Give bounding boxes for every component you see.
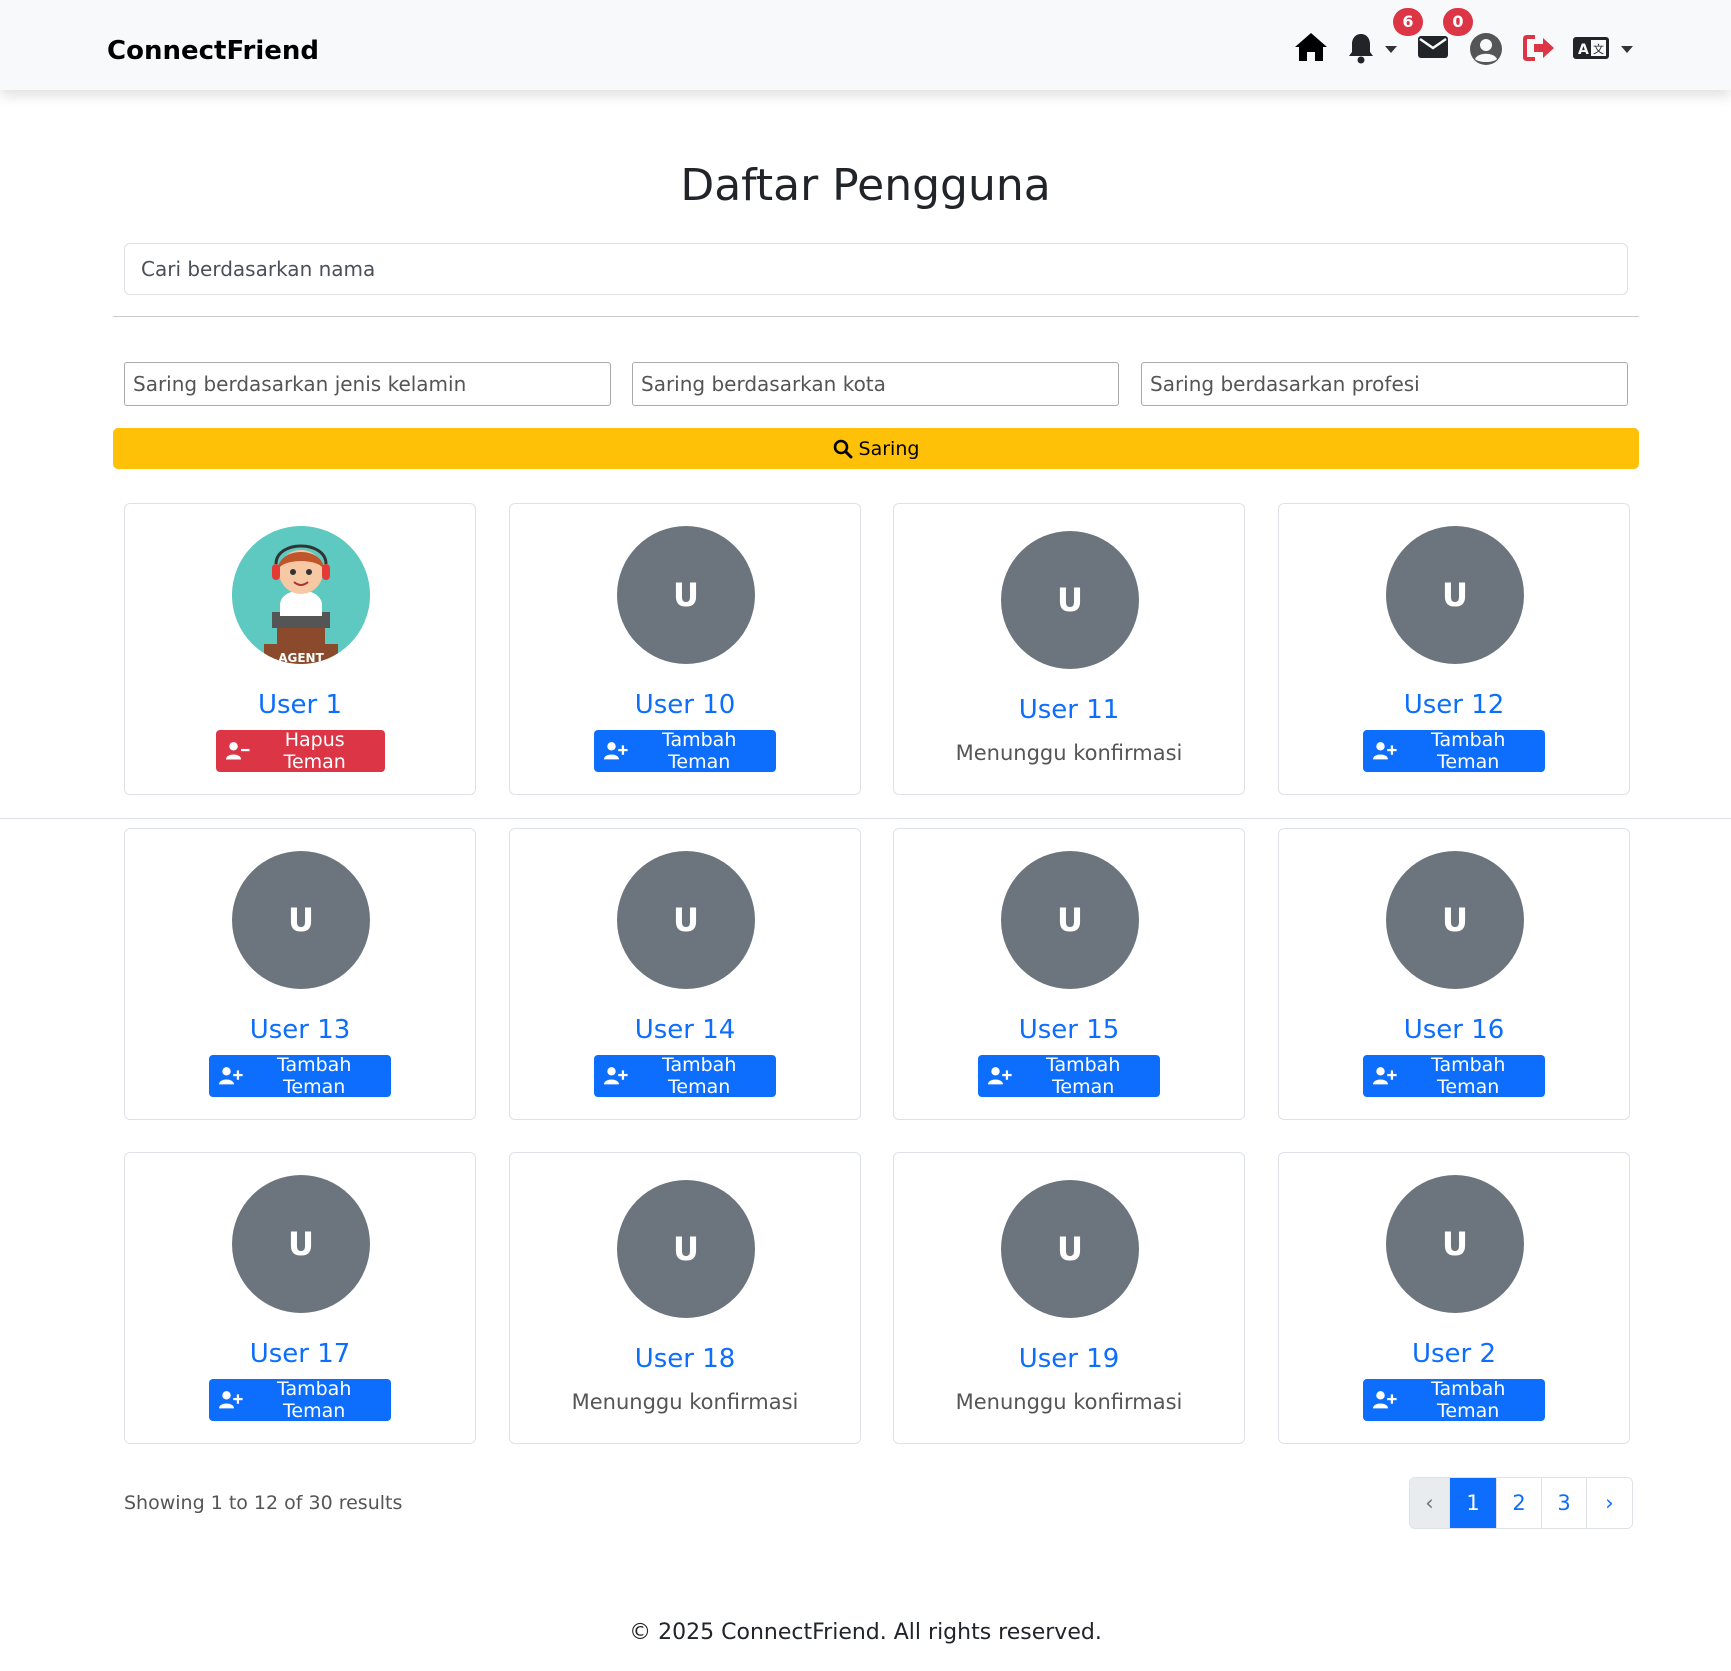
notification-badge: 6 — [1393, 8, 1423, 36]
language-icon[interactable]: A 文 — [1573, 37, 1609, 59]
friend-button-label: Tambah Teman — [1046, 1054, 1121, 1098]
user-name-link[interactable]: User 14 — [510, 1015, 860, 1045]
friend-button-label: Tambah Teman — [277, 1054, 352, 1098]
svg-text:A: A — [1578, 42, 1589, 58]
bell-icon[interactable] — [1348, 32, 1374, 64]
pagination-page-1[interactable]: 1 — [1450, 1478, 1497, 1528]
pagination-page-2[interactable]: 2 — [1497, 1478, 1542, 1528]
avatar: U — [232, 1175, 370, 1313]
navbar: ConnectFriend 6 0 A 文 — [0, 0, 1731, 90]
user-card: AGENT User 1 Hapus Teman — [124, 503, 476, 795]
user-plus-icon — [219, 1067, 243, 1085]
add-friend-button[interactable]: Tambah Teman — [1363, 1378, 1545, 1422]
user-name-link[interactable]: User 2 — [1279, 1339, 1629, 1369]
envelope-icon[interactable] — [1418, 36, 1448, 58]
user-name-link[interactable]: User 11 — [894, 695, 1244, 725]
avatar: AGENT — [232, 526, 370, 664]
friend-button-label: Tambah Teman — [662, 729, 737, 773]
add-friend-button[interactable]: Tambah Teman — [594, 1054, 776, 1098]
remove-friend-button[interactable]: Hapus Teman — [216, 729, 385, 773]
agent-avatar-image: AGENT — [232, 526, 370, 664]
user-name-link[interactable]: User 18 — [510, 1344, 860, 1374]
avatar: U — [1001, 531, 1139, 669]
search-input[interactable] — [124, 243, 1628, 295]
user-plus-icon — [988, 1067, 1012, 1085]
user-plus-icon — [604, 1067, 628, 1085]
pagination: ‹ 1 2 3 › — [1409, 1477, 1633, 1529]
agent-avatar-label: AGENT — [278, 651, 324, 664]
add-friend-button[interactable]: Tambah Teman — [1363, 729, 1545, 773]
user-plus-icon — [219, 1391, 243, 1409]
pagination-page-3[interactable]: 3 — [1542, 1478, 1587, 1528]
pending-status: Menunggu konfirmasi — [955, 1390, 1183, 1414]
user-name-link[interactable]: User 12 — [1279, 690, 1629, 720]
footer: © 2025 ConnectFriend. All rights reserve… — [629, 1620, 1102, 1645]
avatar: U — [617, 1180, 755, 1318]
user-name-link[interactable]: User 13 — [125, 1015, 475, 1045]
divider — [113, 316, 1639, 317]
filter-button[interactable]: Saring — [113, 428, 1639, 469]
pagination-next[interactable]: › — [1587, 1478, 1632, 1528]
user-plus-icon — [1373, 742, 1397, 760]
user-card: U User 2 Tambah Teman — [1278, 1152, 1630, 1444]
friend-button-label: Tambah Teman — [662, 1054, 737, 1098]
friend-button-label: Tambah Teman — [1431, 729, 1506, 773]
home-icon[interactable] — [1294, 32, 1328, 62]
user-card: U User 16 Tambah Teman — [1278, 828, 1630, 1120]
user-minus-icon — [226, 742, 250, 760]
user-card: U User 10 Tambah Teman — [509, 503, 861, 795]
user-name-link[interactable]: User 16 — [1279, 1015, 1629, 1045]
pagination-prev[interactable]: ‹ — [1410, 1478, 1450, 1528]
avatar: U — [617, 526, 755, 664]
gender-filter-input[interactable] — [124, 362, 611, 406]
user-name-link[interactable]: User 15 — [894, 1015, 1244, 1045]
friend-button-label: Tambah Teman — [1431, 1054, 1506, 1098]
avatar: U — [1386, 526, 1524, 664]
add-friend-button[interactable]: Tambah Teman — [1363, 1054, 1545, 1098]
search-icon — [833, 439, 853, 458]
row-separator — [0, 818, 1731, 819]
page-title: Daftar Pengguna — [680, 160, 1051, 211]
user-card: U User 15 Tambah Teman — [893, 828, 1245, 1120]
user-card: U User 13 Tambah Teman — [124, 828, 476, 1120]
user-plus-icon — [604, 742, 628, 760]
city-filter-input[interactable] — [632, 362, 1119, 406]
language-caret-icon[interactable] — [1621, 46, 1633, 53]
user-card: U User 19 Menunggu konfirmasi — [893, 1152, 1245, 1444]
user-plus-icon — [1373, 1067, 1397, 1085]
avatar: U — [617, 851, 755, 989]
user-name-link[interactable]: User 10 — [510, 690, 860, 720]
svg-text:文: 文 — [1593, 42, 1604, 56]
user-circle-icon[interactable] — [1469, 32, 1503, 66]
avatar: U — [1386, 851, 1524, 989]
pending-status: Menunggu konfirmasi — [571, 1390, 799, 1414]
avatar: U — [1001, 851, 1139, 989]
logout-icon[interactable] — [1523, 35, 1555, 61]
profession-filter-input[interactable] — [1141, 362, 1628, 406]
user-card: U User 18 Menunggu konfirmasi — [509, 1152, 861, 1444]
avatar: U — [1386, 1175, 1524, 1313]
user-card: U User 17 Tambah Teman — [124, 1152, 476, 1444]
user-card: U User 14 Tambah Teman — [509, 828, 861, 1120]
pending-status: Menunggu konfirmasi — [955, 741, 1183, 765]
add-friend-button[interactable]: Tambah Teman — [209, 1054, 391, 1098]
avatar: U — [1001, 1180, 1139, 1318]
user-card: U User 12 Tambah Teman — [1278, 503, 1630, 795]
friend-button-label: Hapus Teman — [283, 729, 346, 773]
add-friend-button[interactable]: Tambah Teman — [978, 1054, 1160, 1098]
filter-button-label: Saring — [858, 437, 920, 460]
nav-icons: 6 0 A 文 — [0, 0, 1731, 90]
avatar: U — [232, 851, 370, 989]
add-friend-button[interactable]: Tambah Teman — [594, 729, 776, 773]
user-plus-icon — [1373, 1391, 1397, 1409]
user-name-link[interactable]: User 19 — [894, 1344, 1244, 1374]
user-name-link[interactable]: User 1 — [125, 690, 475, 720]
add-friend-button[interactable]: Tambah Teman — [209, 1378, 391, 1422]
notification-caret-icon[interactable] — [1385, 46, 1397, 53]
user-card: U User 11 Menunggu konfirmasi — [893, 503, 1245, 795]
friend-button-label: Tambah Teman — [1431, 1378, 1506, 1422]
friend-button-label: Tambah Teman — [277, 1378, 352, 1422]
results-summary: Showing 1 to 12 of 30 results — [124, 1492, 403, 1514]
user-name-link[interactable]: User 17 — [125, 1339, 475, 1369]
